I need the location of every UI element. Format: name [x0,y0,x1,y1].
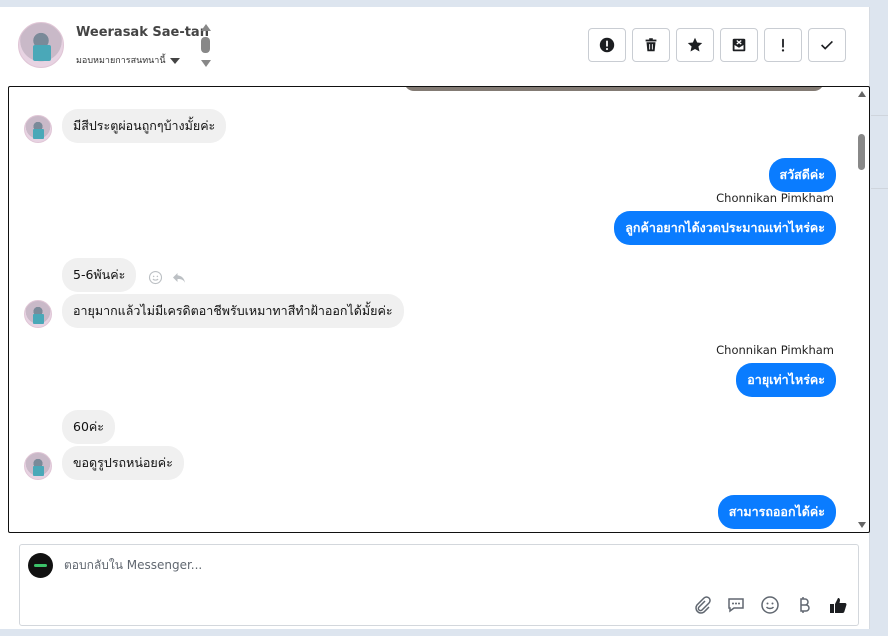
emoji-icon[interactable] [760,595,780,615]
message-bubble[interactable]: อายุมากแล้วไม่มีเครดิตอาชีพรับเหมาทาสีทำ… [62,294,404,328]
avatar[interactable] [24,115,52,143]
page-avatar [28,553,53,578]
sender-name: Chonnikan Pimkham [716,191,834,205]
exclamation-icon [781,38,785,52]
caret-down-icon [169,57,180,64]
archive-button[interactable] [720,28,758,62]
scroll-thumb[interactable] [201,37,210,53]
flag-button[interactable] [764,28,802,62]
message-actions [148,270,187,285]
avatar[interactable] [24,300,52,328]
conversation-header: Weerasak Sae-tan มอบหมายการสนทนานี้ [0,7,870,85]
envelope-x-icon [732,38,746,52]
scroll-up-icon[interactable] [858,91,866,97]
done-button[interactable] [808,28,846,62]
message-bubble[interactable]: มีสีประตูผ่อนถูกๆบ้างมั้ยค่ะ [62,109,227,143]
attachment-icon[interactable] [692,595,712,615]
message-out[interactable]: สามารถออกได้ค่ะ [717,495,836,529]
reply-input[interactable] [64,558,764,572]
sender-name: Chonnikan Pimkham [716,343,834,357]
message-in[interactable]: 60ค่ะ [62,410,115,444]
trash-icon [645,38,657,52]
scroll-down-icon[interactable] [201,60,211,67]
message-in[interactable]: ขอดูรูปรถหน่อยค่ะ [62,446,184,480]
attachment-preview [404,87,824,91]
divider [871,115,888,116]
star-icon [687,37,703,52]
exclamation-circle-icon [599,37,615,53]
message-in[interactable]: 5-6พันค่ะ [62,258,137,292]
avatar[interactable] [24,452,52,480]
message-out[interactable]: สวัสดีค่ะ [768,158,836,192]
check-icon [821,40,833,50]
divider [871,188,888,189]
message-bubble[interactable]: ขอดูรูปรถหน่อยค่ะ [62,446,184,480]
message-bubble[interactable]: สวัสดีค่ะ [768,158,836,192]
assign-conversation-dropdown[interactable]: มอบหมายการสนทนานี้ [76,53,180,67]
conversation-toolbar [588,28,846,62]
message-bubble[interactable]: สามารถออกได้ค่ะ [717,495,836,529]
message-bubble[interactable]: อายุเท่าไหร่คะ [736,363,836,397]
assign-label: มอบหมายการสนทนานี้ [76,56,166,66]
message-bubble[interactable]: 60ค่ะ [62,410,115,444]
delete-button[interactable] [632,28,670,62]
reply-icon[interactable] [171,270,187,285]
scroll-up-icon[interactable] [201,24,211,31]
thumbs-up-icon[interactable] [828,595,848,615]
inbox-app: Weerasak Sae-tan มอบหมายการสนทนานี้ มีสี… [0,0,888,636]
message-bubble[interactable]: 5-6พันค่ะ [62,258,137,292]
star-button[interactable] [676,28,714,62]
scroll-thumb[interactable] [858,134,865,170]
baht-payment-icon[interactable] [794,595,814,615]
emoji-react-icon[interactable] [148,270,163,285]
message-out[interactable]: อายุเท่าไหร่คะ [736,363,836,397]
customer-name[interactable]: Weerasak Sae-tan [76,25,209,40]
header-scroll[interactable] [200,22,212,74]
conversation-panel: Weerasak Sae-tan มอบหมายการสนทนานี้ มีสี… [0,7,870,629]
thread-scrollbar[interactable] [855,87,869,532]
customer-avatar[interactable] [18,22,64,68]
scroll-down-icon[interactable] [858,522,866,528]
saved-replies-icon[interactable] [726,595,746,615]
message-in[interactable]: มีสีประตูผ่อนถูกๆบ้างมั้ยค่ะ [62,109,227,143]
message-bubble[interactable]: ลูกค้าอยากได้งวดประมาณเท่าไหร่คะ [614,211,836,245]
message-in[interactable]: อายุมากแล้วไม่มีเครดิตอาชีพรับเหมาทาสีทำ… [62,294,404,328]
composer-actions [692,595,848,615]
reply-composer [19,544,859,626]
mark-spam-button[interactable] [588,28,626,62]
message-out[interactable]: ลูกค้าอยากได้งวดประมาณเท่าไหร่คะ [614,211,836,245]
message-thread[interactable]: มีสีประตูผ่อนถูกๆบ้างมั้ยค่ะ สวัสดีค่ะ C… [8,86,870,533]
